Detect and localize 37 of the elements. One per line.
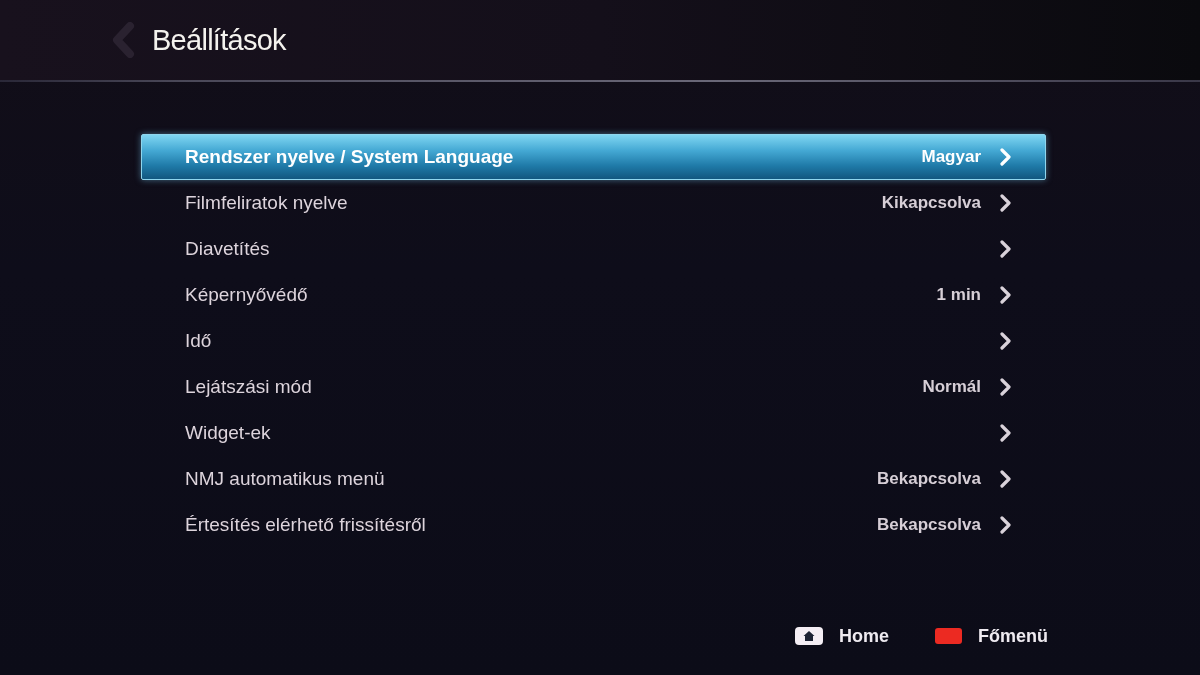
item-value: Bekapcsolva (877, 468, 981, 491)
item-value: Normál (922, 376, 981, 399)
item-label: Idő (185, 328, 212, 353)
item-label: Lejátszási mód (185, 374, 312, 399)
menu-item[interactable]: Idő (141, 318, 1046, 364)
color-key-icon (935, 628, 962, 644)
item-label: Képernyővédő (185, 282, 308, 307)
chevron-right-icon (1000, 240, 1012, 258)
menu-item[interactable]: Widget-ek (141, 410, 1046, 456)
item-label: NMJ automatikus menü (185, 466, 385, 491)
chevron-right-icon (1000, 332, 1012, 350)
home-key-icon (795, 627, 823, 645)
hint-label: Főmenü (978, 624, 1048, 648)
item-label: Rendszer nyelve / System Language (185, 144, 514, 169)
chevron-right-icon (1000, 286, 1012, 304)
chevron-right-icon (1000, 148, 1012, 166)
menu-item[interactable]: Képernyővédő 1 min (141, 272, 1046, 318)
menu-item[interactable]: Filmfeliratok nyelve Kikapcsolva (141, 180, 1046, 226)
item-label: Widget-ek (185, 420, 271, 445)
hint-label: Home (839, 624, 889, 648)
menu-item[interactable]: Diavetítés (141, 226, 1046, 272)
item-value: 1 min (936, 284, 981, 307)
chevron-right-icon (1000, 194, 1012, 212)
chevron-right-icon (1000, 516, 1012, 534)
chevron-right-icon (1000, 470, 1012, 488)
menu-item[interactable]: Lejátszási mód Normál (141, 364, 1046, 410)
page-title: Beállítások (152, 25, 286, 55)
item-value: Kikapcsolva (881, 192, 981, 215)
item-value: Magyar (921, 146, 981, 169)
chevron-right-icon (1000, 424, 1012, 442)
item-label: Értesítés elérhető frissítésről (185, 512, 426, 537)
menu-item[interactable]: Értesítés elérhető frissítésről Bekapcsolva (141, 502, 1046, 548)
item-label: Diavetítés (185, 236, 270, 261)
item-value: Bekapcsolva (877, 514, 981, 537)
item-label: Filmfeliratok nyelve (185, 190, 348, 215)
menu-item[interactable]: NMJ automatikus menü Bekapcsolva (141, 456, 1046, 502)
chevron-right-icon (1000, 378, 1012, 396)
